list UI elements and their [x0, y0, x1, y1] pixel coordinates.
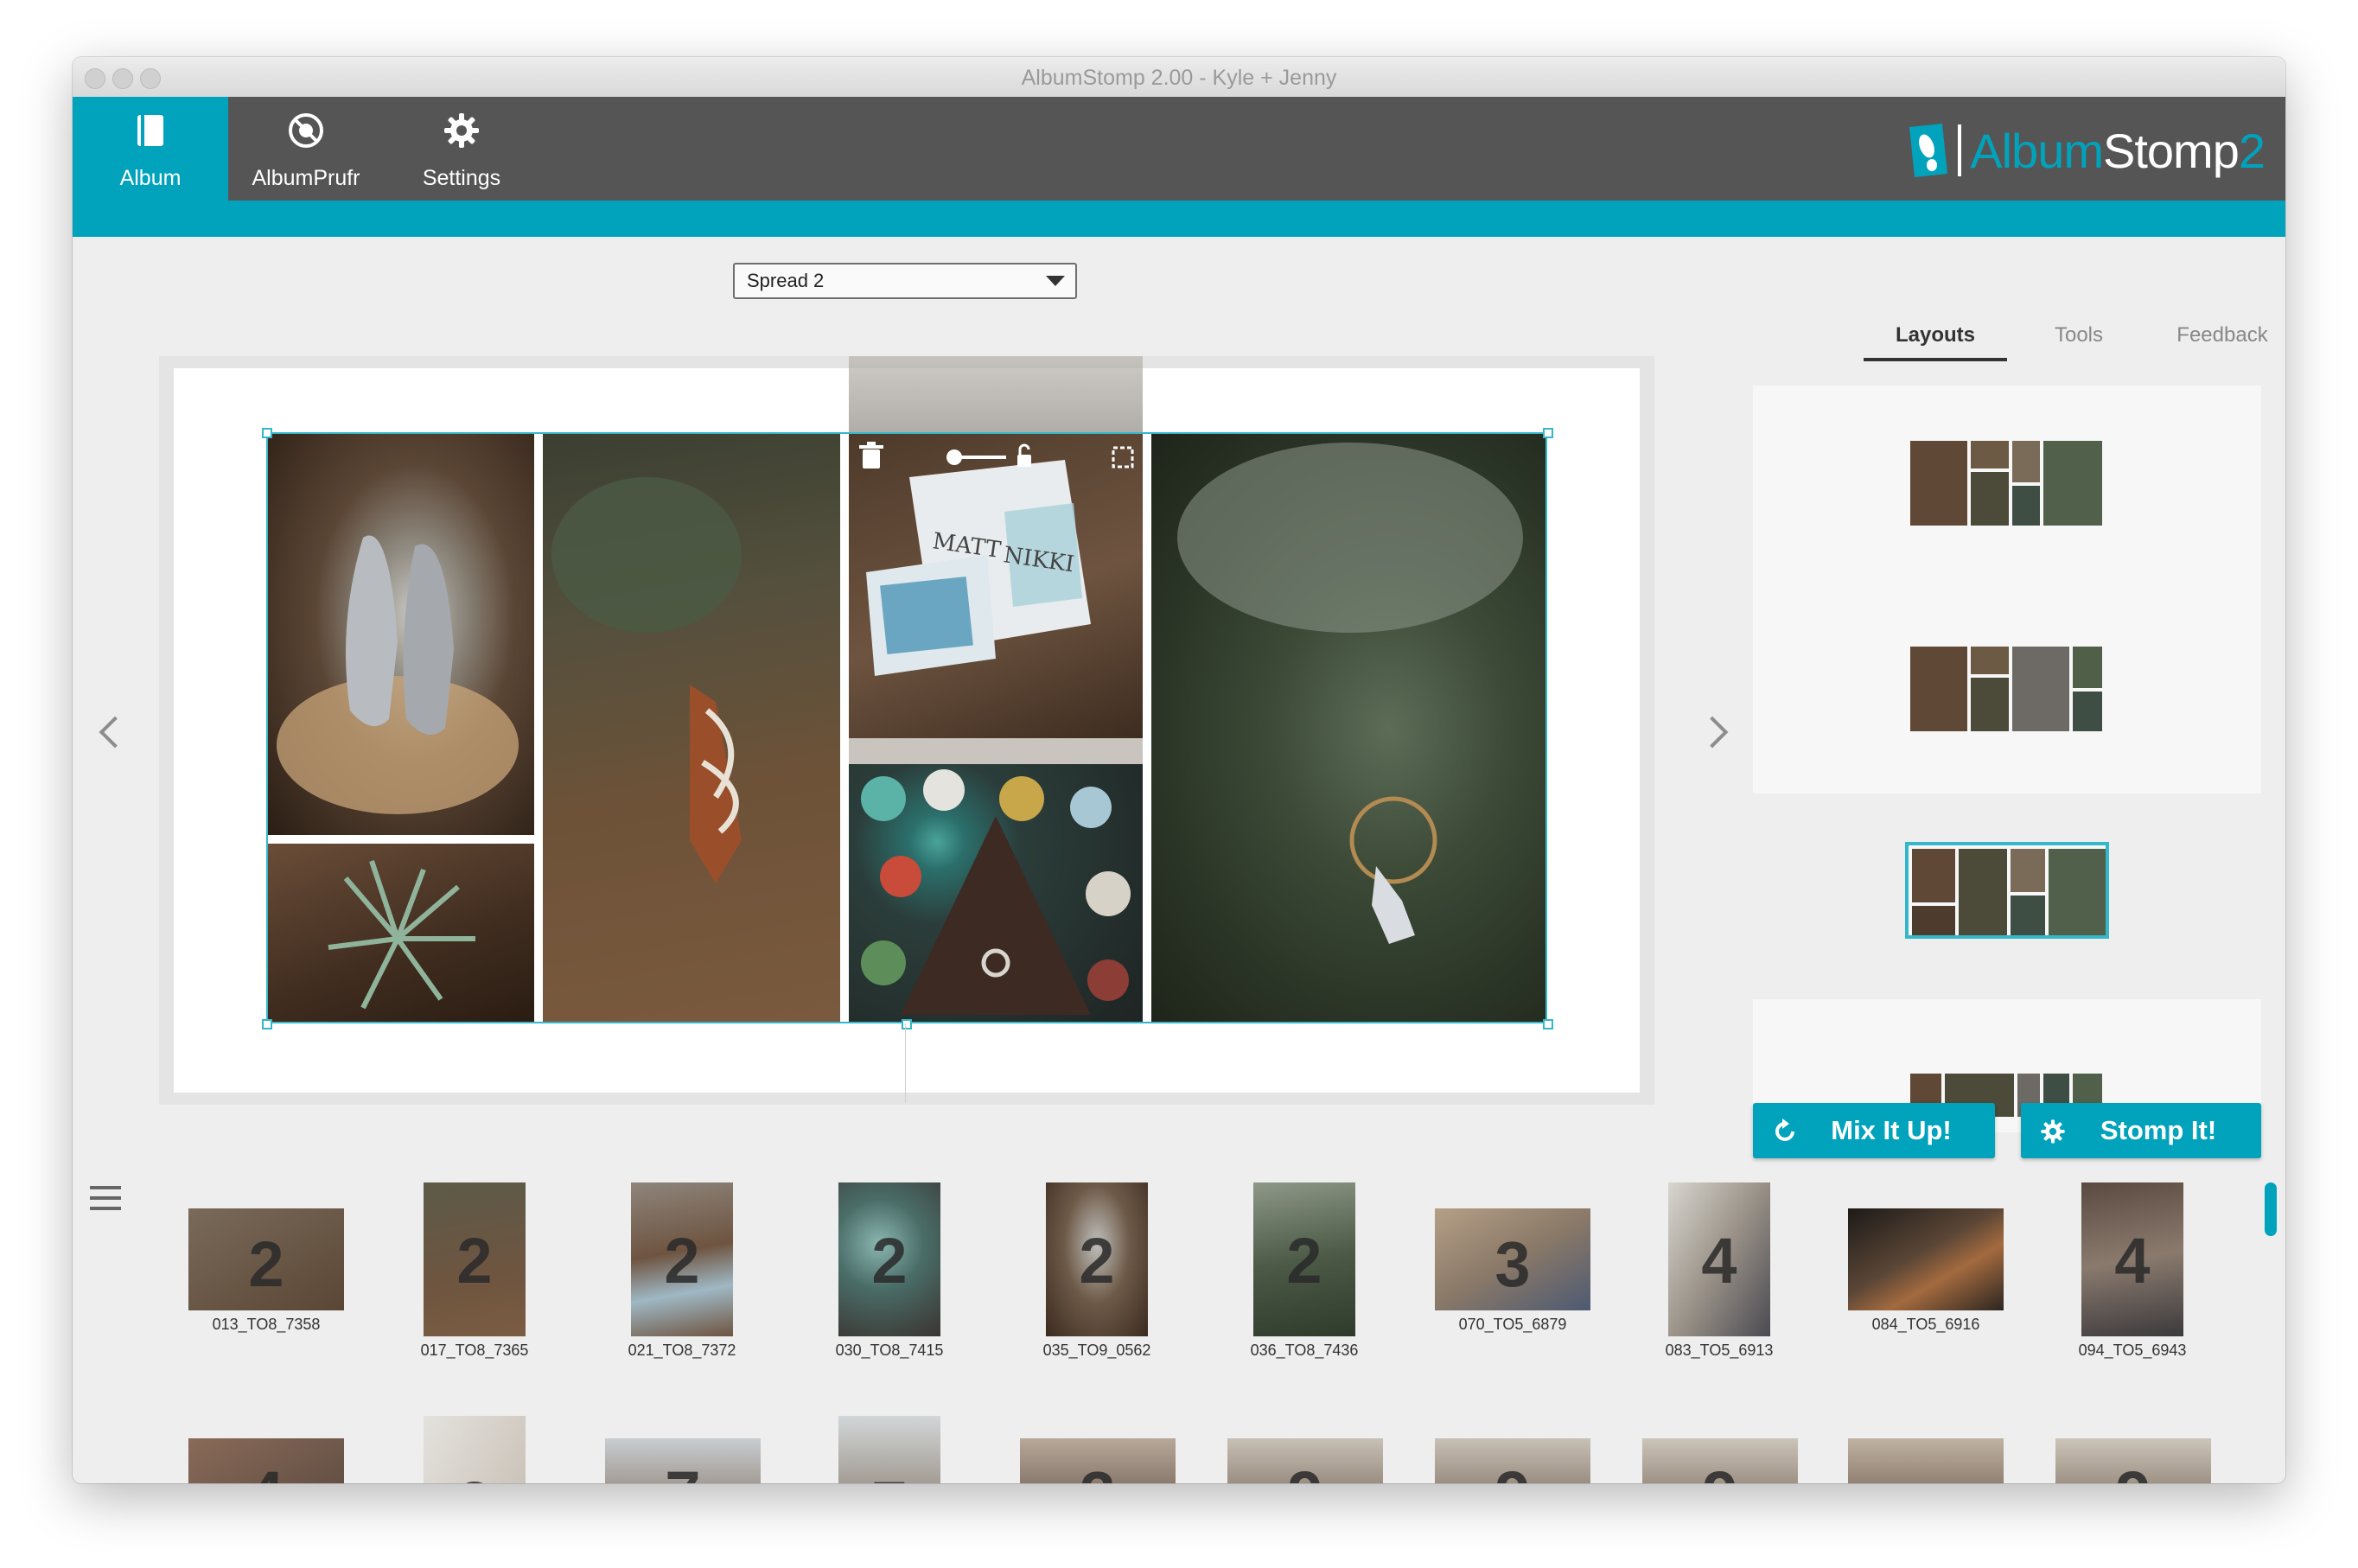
title-bar: AlbumStomp 2.00 - Kyle + Jenny	[73, 57, 2285, 98]
usage-count: 3	[1020, 1457, 1176, 1483]
thumbnail[interactable]: 4	[2081, 1182, 2183, 1336]
layout-option-3-selected[interactable]	[1905, 842, 2109, 939]
thumbnail-filename: 030_TO8_7415	[835, 1342, 944, 1359]
chevron-down-icon	[1046, 276, 1065, 286]
thumbnail-filename: 017_TO8_7365	[420, 1342, 529, 1359]
usage-count: 3	[1494, 1228, 1531, 1300]
albumstomp-logo: AlbumStomp2	[1904, 118, 2266, 183]
photo-overlay-controls	[851, 437, 1141, 477]
spread-selection-frame[interactable]	[266, 432, 1547, 1023]
layout-option-2[interactable]	[1910, 647, 2102, 731]
thumbnail[interactable]: 3	[1020, 1438, 1176, 1483]
thumbnail[interactable]: 2	[838, 1182, 940, 1336]
thumbnail[interactable]: 9	[1227, 1438, 1383, 1483]
usage-count: 4	[188, 1457, 344, 1483]
album-book-icon	[73, 111, 228, 150]
spread-dropdown[interactable]: Spread 2	[733, 263, 1077, 299]
usage-count: 2	[664, 1225, 700, 1297]
thumbnail[interactable]	[1848, 1208, 2004, 1310]
resize-handle-tr[interactable]	[1543, 428, 1553, 438]
usage-count: 7	[838, 1468, 940, 1483]
resize-handle-bl[interactable]	[262, 1019, 272, 1029]
zoom-slider-knob	[946, 449, 962, 465]
thumbnail-filename: 021_TO8_7372	[628, 1342, 736, 1359]
thumbnail[interactable]: 7	[838, 1416, 940, 1483]
thumbnail-filename: 070_TO5_6879	[1458, 1316, 1567, 1333]
resize-handle-br[interactable]	[1543, 1019, 1553, 1029]
resize-handle-bottom[interactable]	[902, 1019, 912, 1029]
previous-spread-arrow-icon[interactable]	[99, 716, 131, 749]
thumbnail[interactable]: 2	[1046, 1182, 1148, 1336]
usage-count: 4	[2114, 1225, 2151, 1297]
thumbnail[interactable]: 7	[605, 1438, 761, 1483]
thumbnail[interactable]: 2	[424, 1182, 526, 1336]
footprint-logo-icon	[1909, 124, 1948, 177]
usage-count: 9	[1642, 1457, 1798, 1483]
lock-icon	[1017, 443, 1031, 467]
logo-text-stomp: Stomp	[2102, 123, 2240, 178]
usage-count: 2	[1079, 1225, 1115, 1297]
nav-album-button[interactable]: Album	[73, 97, 228, 201]
accent-strip	[73, 201, 2285, 237]
usage-count: 2	[248, 1228, 284, 1300]
thumbnail[interactable]: 4	[188, 1438, 344, 1483]
app-window: AlbumStomp 2.00 - Kyle + Jenny Album Alb…	[73, 57, 2285, 1483]
usage-count: 9	[1227, 1457, 1383, 1483]
trash-icon	[859, 442, 883, 468]
thumbnail[interactable]: 2	[1253, 1182, 1355, 1336]
thumbnail-filename: 083_TO5_6913	[1665, 1342, 1774, 1359]
thumbnail-filename: 094_TO5_6943	[2078, 1342, 2187, 1359]
stomp-it-button[interactable]: Stomp It!	[2021, 1103, 2261, 1158]
thumbnail[interactable]: 2	[631, 1182, 733, 1336]
nav-albumprufr-label: AlbumPrufr	[252, 166, 360, 190]
thumbnail[interactable]: 3	[1435, 1208, 1590, 1310]
usage-count: 2	[871, 1225, 908, 1297]
gear-icon	[384, 111, 539, 150]
usage-count: 9	[1435, 1457, 1590, 1483]
spread-dropdown-value: Spread 2	[747, 270, 825, 291]
usage-count: 7	[605, 1457, 761, 1483]
thumbnail[interactable]: 2	[188, 1208, 344, 1310]
photo-overflow-preview	[849, 356, 1143, 437]
thumbnail-filename: 084_TO5_6916	[1871, 1316, 1980, 1333]
nav-album-label: Album	[119, 166, 182, 190]
next-spread-arrow-icon[interactable]	[1696, 716, 1729, 749]
thumbnail[interactable]: 9	[2055, 1438, 2211, 1483]
resize-handle-tl[interactable]	[262, 428, 272, 438]
thumbnail-filename: 013_TO8_7358	[212, 1316, 321, 1333]
nav-albumprufr-button[interactable]: AlbumPrufr	[228, 97, 384, 201]
mix-it-up-button[interactable]: Mix It Up!	[1753, 1103, 1995, 1158]
photo-thumbnail-strip: 2 013_TO8_7358 2 017_TO8_7365 2 021_TO8_…	[73, 1172, 2285, 1483]
spine-line	[905, 1023, 906, 1103]
nav-settings-label: Settings	[422, 166, 501, 190]
window-title: AlbumStomp 2.00 - Kyle + Jenny	[1021, 66, 1337, 90]
nav-settings-button[interactable]: Settings	[384, 97, 539, 201]
logo-text-2: 2	[2238, 123, 2266, 178]
thumbnail[interactable]: 4	[1668, 1182, 1770, 1336]
thumbnail[interactable]: 9	[1435, 1438, 1590, 1483]
fit-frame-icon	[1112, 446, 1134, 468]
usage-count: 2	[456, 1225, 493, 1297]
usage-count: 4	[1701, 1225, 1737, 1297]
thumbnail[interactable]	[1848, 1438, 2004, 1483]
usage-count: 2	[424, 1468, 526, 1483]
prufr-eye-icon	[228, 111, 384, 150]
thumbnail[interactable]: 2	[424, 1416, 526, 1483]
layouts-list	[1753, 328, 2261, 1132]
usage-count: 2	[1286, 1225, 1322, 1297]
thumbnail-filename: 035_TO9_0562	[1042, 1342, 1151, 1359]
usage-count: 9	[2055, 1457, 2211, 1483]
stomp-it-label: Stomp It!	[2100, 1115, 2217, 1145]
logo-text-album: Album	[1970, 123, 2104, 178]
layout-option-1[interactable]	[1910, 441, 2102, 526]
thumbnail[interactable]: 9	[1642, 1438, 1798, 1483]
thumbnail-filename: 036_TO8_7436	[1250, 1342, 1359, 1359]
layout-group-card	[1753, 386, 2261, 794]
mix-it-up-label: Mix It Up!	[1831, 1115, 1952, 1145]
